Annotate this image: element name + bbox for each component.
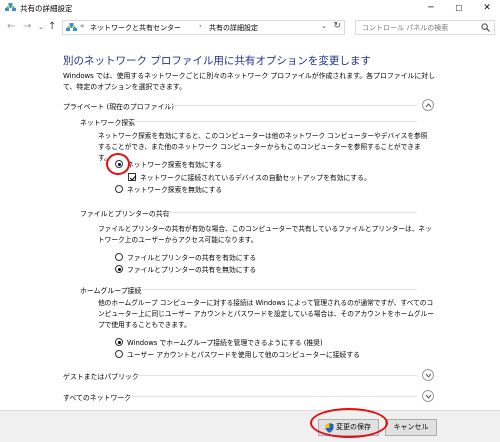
- guest-profile-header[interactable]: ゲストまたはパブリック: [63, 371, 139, 381]
- forward-button[interactable]: →: [23, 21, 31, 32]
- expand-guest-button[interactable]: [422, 369, 434, 381]
- refresh-button[interactable]: ↻: [333, 21, 341, 31]
- title-bar: 共有の詳細設定 ─ ☐ ✕: [0, 0, 500, 17]
- recent-dropdown-button[interactable]: ⌄: [38, 23, 44, 31]
- private-profile-header[interactable]: プライベート (現在のプロファイル): [63, 101, 174, 111]
- button-bar: 変更の保存 キャンセル: [0, 410, 500, 442]
- chevron-up-icon: [425, 103, 432, 108]
- window-title: 共有の詳細設定: [20, 4, 73, 13]
- divider: [137, 375, 417, 376]
- page-description: Windows では、使用するネットワークごとに別々のネットワーク プロファイル…: [63, 72, 436, 91]
- divider: [162, 105, 417, 106]
- breadcrumb-separator[interactable]: ›: [199, 22, 202, 30]
- radio-button-selected[interactable]: [115, 338, 123, 346]
- chevron-down-icon: [425, 394, 432, 399]
- search-input[interactable]: コントロール パネルの検索: [355, 20, 495, 35]
- homegroup-header: ホームグループ接続: [80, 287, 142, 295]
- address-field[interactable]: « ネットワークと共有センター › 共有の詳細設定 ⌄ ↻: [62, 20, 345, 35]
- search-placeholder: コントロール パネルの検索: [362, 24, 449, 32]
- close-button[interactable]: ✕: [474, 0, 500, 17]
- address-bar: ← → ⌄ ↑ « ネットワークと共有センター › 共有の詳細設定 ⌄ ↻ コン…: [0, 18, 500, 38]
- maximize-button[interactable]: ☐: [446, 0, 472, 17]
- homegroup-description: 他のホームグループ コンピューターに対する接続は Windows によって管理さ…: [98, 299, 434, 329]
- breadcrumb-advanced-sharing[interactable]: 共有の詳細設定: [209, 23, 258, 33]
- radio-button[interactable]: [115, 253, 123, 261]
- radio-button-selected[interactable]: [115, 265, 123, 273]
- network-icon: [5, 3, 16, 11]
- all-networks-header[interactable]: すべてのネットワーク: [63, 392, 131, 402]
- radio-button[interactable]: [115, 350, 123, 358]
- up-button[interactable]: ↑: [48, 21, 56, 32]
- radio-button[interactable]: [115, 185, 123, 193]
- breadcrumb-network-center[interactable]: ネットワークと共有センター: [90, 23, 181, 33]
- search-icon: [481, 23, 490, 32]
- highlight-circle: [106, 153, 130, 175]
- address-dropdown-button[interactable]: ⌄: [321, 22, 327, 30]
- expand-all-networks-button[interactable]: [422, 390, 434, 402]
- back-button[interactable]: ←: [7, 21, 15, 32]
- divider: [160, 212, 417, 213]
- divider: [128, 396, 417, 397]
- divider: [142, 289, 417, 290]
- divider: [130, 121, 417, 122]
- collapse-private-button[interactable]: [422, 99, 434, 111]
- file-sharing-description: ファイルとプリンターの共有が有効な場合、このコンピューターで共有しているファイル…: [98, 225, 432, 244]
- checkbox-checked[interactable]: [128, 173, 137, 181]
- chevron-down-icon: [425, 373, 432, 378]
- page-title: 別のネットワーク プロファイル用に共有オプションを変更します: [63, 55, 371, 67]
- breadcrumb-separator: «: [80, 22, 85, 30]
- network-discovery-header: ネットワーク探索: [80, 119, 136, 127]
- check-icon: [129, 175, 137, 181]
- highlight-circle: [310, 408, 388, 438]
- network-icon: [66, 23, 77, 31]
- file-sharing-header: ファイルとプリンターの共有: [80, 210, 170, 218]
- minimize-button[interactable]: ─: [418, 0, 444, 17]
- cancel-button[interactable]: キャンセル: [385, 419, 437, 436]
